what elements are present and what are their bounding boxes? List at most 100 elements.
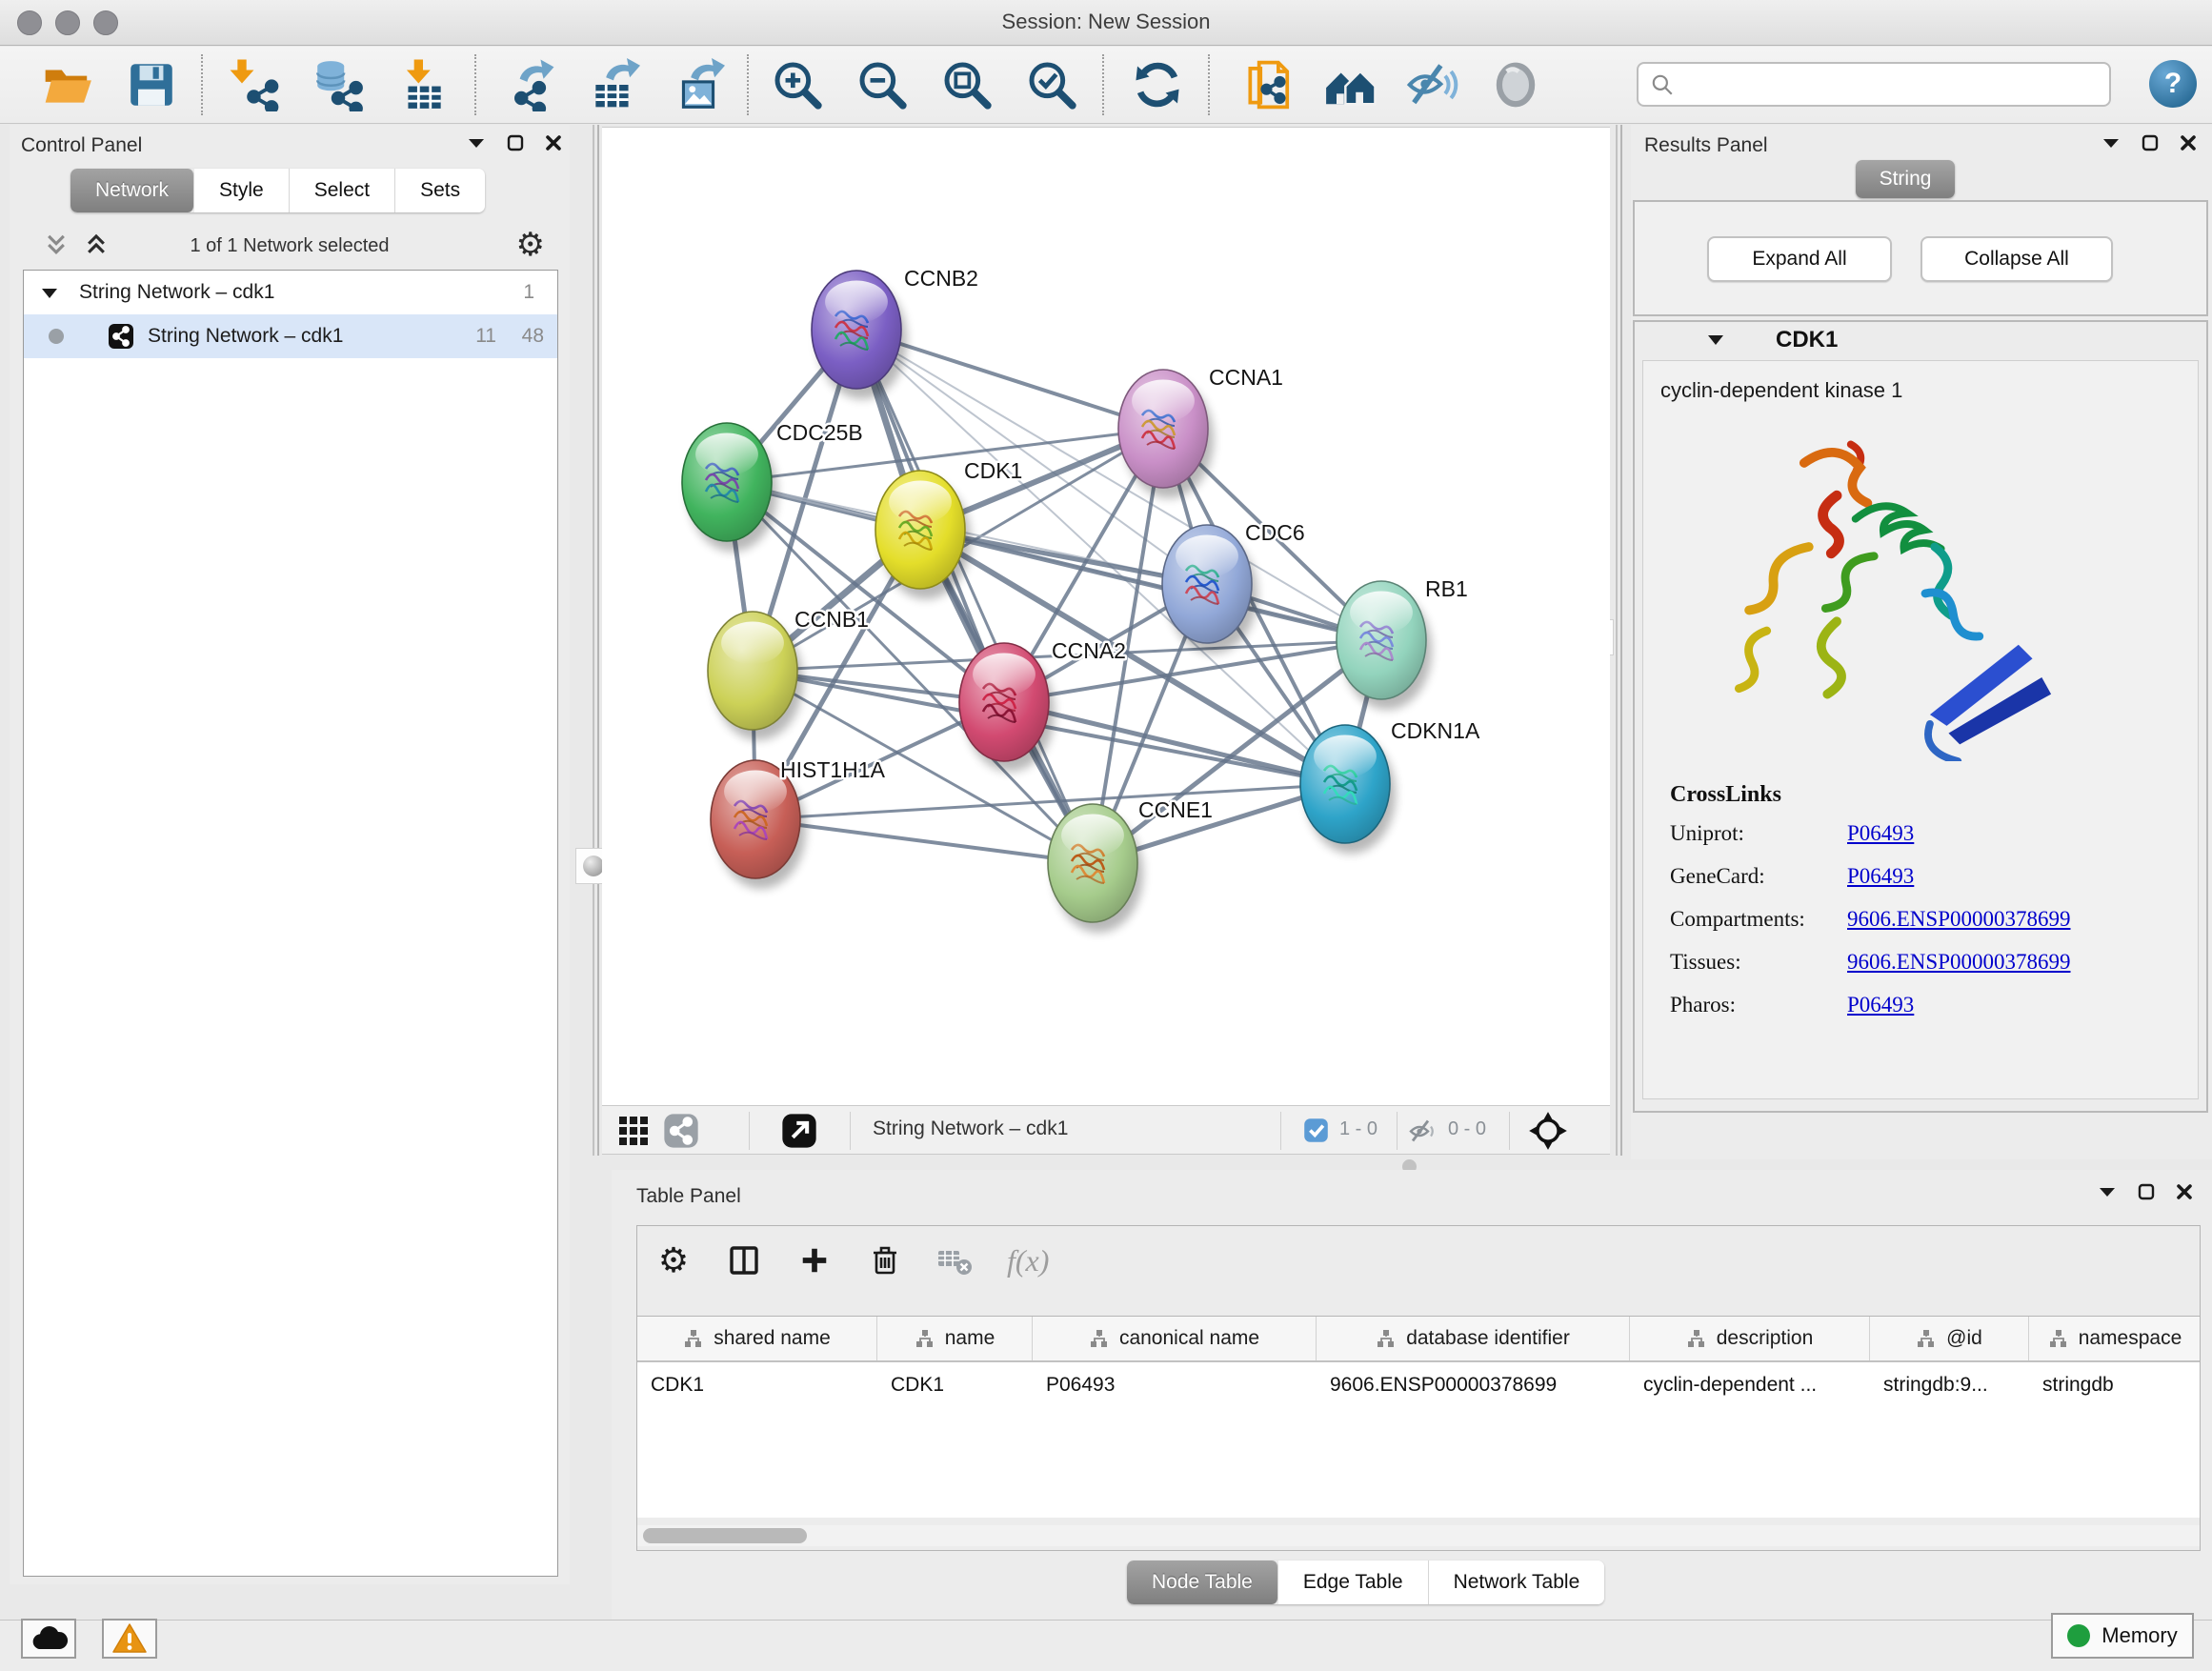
expand-all-button[interactable]: Expand All bbox=[1707, 236, 1892, 282]
edge-count: 48 bbox=[522, 325, 544, 348]
search-input[interactable] bbox=[1675, 64, 2109, 105]
panel-menu-icon[interactable] bbox=[2101, 136, 2121, 150]
right-splitter[interactable] bbox=[1616, 125, 1624, 1156]
import-network-from-database-button[interactable] bbox=[309, 55, 368, 114]
network-node-CCNB1[interactable]: CCNB1 bbox=[708, 607, 869, 740]
table-options-gear-icon[interactable]: ⚙ bbox=[654, 1241, 693, 1279]
network-node-RB1[interactable]: RB1 bbox=[1337, 576, 1468, 710]
show-graphics-details-button[interactable] bbox=[1486, 55, 1545, 114]
memory-button[interactable]: Memory bbox=[2051, 1613, 2194, 1659]
collapse-all-button[interactable]: Collapse All bbox=[1920, 236, 2113, 282]
delete-table-button[interactable] bbox=[936, 1241, 975, 1279]
node-label-CCNB1: CCNB1 bbox=[794, 607, 869, 632]
tab-network[interactable]: Network bbox=[70, 169, 194, 212]
tab-sets[interactable]: Sets bbox=[395, 169, 485, 212]
export-table-button[interactable] bbox=[584, 55, 643, 114]
birdseye-toggle-button[interactable] bbox=[1528, 1111, 1568, 1156]
network-node-CCNA1[interactable]: CCNA1 bbox=[1118, 365, 1283, 498]
delete-column-button[interactable] bbox=[866, 1241, 904, 1279]
crosslink-link[interactable]: 9606.ENSP00000378699 bbox=[1847, 950, 2071, 975]
column-header-database-identifier[interactable]: database identifier bbox=[1317, 1317, 1630, 1360]
column-header-shared-name[interactable]: shared name bbox=[637, 1317, 877, 1360]
grid-view-button[interactable] bbox=[617, 1115, 650, 1152]
create-column-button[interactable] bbox=[795, 1241, 834, 1279]
tab-style[interactable]: Style bbox=[194, 169, 290, 212]
import-table-button[interactable] bbox=[393, 55, 452, 114]
zoom-in-button[interactable] bbox=[768, 55, 827, 114]
search-field[interactable] bbox=[1637, 62, 2111, 107]
warnings-button[interactable] bbox=[102, 1619, 157, 1659]
network-view-toolbar: String Network – cdk1 1 - 0 0 - 0 bbox=[602, 1105, 1610, 1155]
expand-all-icon[interactable] bbox=[84, 232, 109, 257]
network-edge[interactable] bbox=[856, 330, 1093, 863]
crosslink-link[interactable]: 9606.ENSP00000378699 bbox=[1847, 907, 2071, 932]
crosslink-label: GeneCard: bbox=[1670, 864, 1847, 889]
node-label-CCNA2: CCNA2 bbox=[1052, 638, 1126, 663]
refresh-button[interactable] bbox=[1128, 55, 1187, 114]
network-node-CCNB2[interactable]: CCNB2 bbox=[812, 266, 978, 399]
selected-checkbox[interactable] bbox=[1303, 1117, 1329, 1148]
panel-float-icon[interactable] bbox=[2142, 134, 2159, 151]
panel-menu-icon[interactable] bbox=[467, 136, 486, 150]
network-from-file-button[interactable] bbox=[1238, 55, 1297, 114]
column-header-canonical-name[interactable]: canonical name bbox=[1033, 1317, 1317, 1360]
network-collection-row[interactable]: String Network – cdk1 1 bbox=[24, 271, 557, 314]
network-row-selected[interactable]: String Network – cdk1 11 48 bbox=[24, 314, 557, 358]
panel-float-icon[interactable] bbox=[507, 134, 524, 151]
help-button[interactable]: ? bbox=[2149, 60, 2197, 108]
section-expander-icon[interactable] bbox=[1707, 333, 1724, 346]
network-node-CDC25B[interactable]: CDC25B bbox=[682, 420, 863, 552]
column-header-namespace[interactable]: namespace bbox=[2029, 1317, 2200, 1360]
import-network-button[interactable] bbox=[226, 55, 285, 114]
export-network-button[interactable] bbox=[499, 55, 558, 114]
open-session-button[interactable] bbox=[38, 55, 97, 114]
column-header-id[interactable]: @id bbox=[1870, 1317, 2029, 1360]
column-header-name[interactable]: name bbox=[877, 1317, 1033, 1360]
panel-close-icon[interactable] bbox=[545, 134, 562, 151]
crosslink-link[interactable]: P06493 bbox=[1847, 864, 1914, 889]
home-pages-button[interactable] bbox=[1320, 55, 1379, 114]
function-builder-button[interactable]: f(x) bbox=[1007, 1243, 1049, 1278]
network-node-HIST1H1A[interactable]: HIST1H1A bbox=[711, 757, 886, 889]
network-edge[interactable] bbox=[1004, 702, 1345, 784]
scrollbar-thumb[interactable] bbox=[643, 1528, 807, 1543]
network-node-CDC6[interactable]: CDC6 bbox=[1162, 520, 1305, 654]
zoom-fit-button[interactable] bbox=[937, 55, 996, 114]
network-canvas[interactable]: CCNB2CCNA1CDC25BCDK1CDC6RB1CCNB1CCNA2CDK… bbox=[602, 127, 1610, 1105]
tree-expander-icon[interactable] bbox=[41, 287, 58, 299]
network-node-CCNA2[interactable]: CCNA2 bbox=[959, 638, 1126, 772]
left-splitter[interactable] bbox=[593, 125, 601, 1156]
network-edge[interactable] bbox=[755, 819, 1093, 863]
save-session-button[interactable] bbox=[122, 55, 181, 114]
network-node-CDKN1A[interactable]: CDKN1A bbox=[1300, 718, 1480, 854]
tab-edge-table[interactable]: Edge Table bbox=[1278, 1560, 1429, 1604]
tab-string[interactable]: String bbox=[1856, 160, 1955, 198]
panel-close-icon[interactable] bbox=[2176, 1183, 2193, 1200]
tab-network-table[interactable]: Network Table bbox=[1429, 1560, 1605, 1604]
cloud-button[interactable] bbox=[21, 1619, 76, 1659]
export-image-button[interactable] bbox=[669, 55, 728, 114]
panel-menu-icon[interactable] bbox=[2098, 1185, 2117, 1198]
crosslink-link[interactable]: P06493 bbox=[1847, 993, 1914, 1017]
zoom-out-button[interactable] bbox=[853, 55, 912, 114]
zoom-selected-button[interactable] bbox=[1022, 55, 1081, 114]
panel-float-icon[interactable] bbox=[2138, 1183, 2155, 1200]
crosslink-link[interactable]: P06493 bbox=[1847, 821, 1914, 846]
panel-close-icon[interactable] bbox=[2180, 134, 2197, 151]
collapse-all-icon[interactable] bbox=[44, 232, 69, 257]
tab-node-table[interactable]: Node Table bbox=[1127, 1560, 1278, 1604]
hide-graphics-details-button[interactable] bbox=[1402, 55, 1461, 114]
tab-select[interactable]: Select bbox=[290, 169, 395, 212]
column-header-description[interactable]: description bbox=[1630, 1317, 1870, 1360]
protein-section-header[interactable]: CDK1 bbox=[1635, 322, 2206, 358]
network-collection-label: String Network – cdk1 bbox=[79, 281, 274, 304]
open-in-window-button[interactable] bbox=[781, 1113, 817, 1154]
show-columns-button[interactable] bbox=[725, 1241, 763, 1279]
network-node-CCNE1[interactable]: CCNE1 bbox=[1048, 797, 1213, 933]
network-badge-button[interactable] bbox=[663, 1113, 699, 1154]
hidden-toggle[interactable] bbox=[1408, 1117, 1438, 1150]
network-edge[interactable] bbox=[920, 530, 1381, 640]
table-row[interactable]: CDK1CDK1P064939606.ENSP00000378699cyclin… bbox=[637, 1362, 2200, 1408]
table-horizontal-scrollbar[interactable] bbox=[637, 1525, 2200, 1546]
network-options-gear-icon[interactable]: ⚙ bbox=[516, 226, 545, 264]
